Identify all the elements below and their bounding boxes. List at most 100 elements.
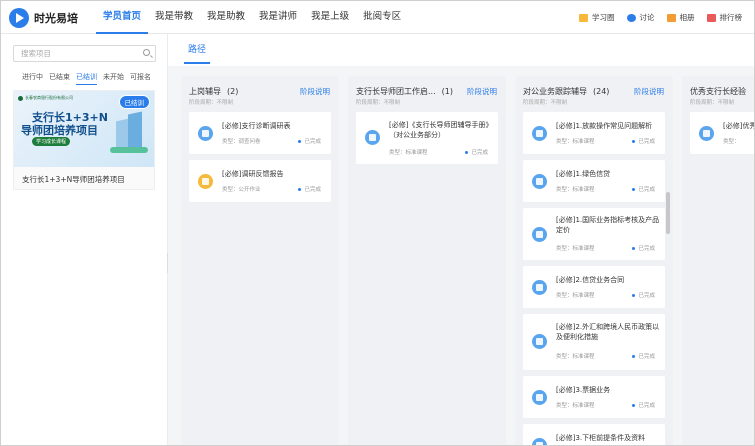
- tool-album-label: 相册: [679, 13, 695, 22]
- course-icon: [532, 334, 547, 349]
- nav-assistant[interactable]: 我是助教: [200, 1, 252, 34]
- task-status: 已完成: [632, 291, 655, 299]
- app-window: 时光易培 学员首页 我是带教 我是助教 我是讲师 我是上级 批阅专区 学习圈 讨…: [0, 0, 755, 446]
- stage-title: 上岗辅导 (2): [189, 87, 239, 96]
- tool-study-circle[interactable]: 学习圈: [579, 12, 615, 23]
- stage-title: 支行长导师团工作启... (1): [356, 87, 453, 96]
- stage-column: 对公业务跟踪辅导 (24) 阶段说明 阶段周期：不限制 [必修]1.放款操作常见问…: [515, 76, 673, 445]
- nav-supervisor[interactable]: 我是上级: [304, 1, 356, 34]
- nav-mentor[interactable]: 我是带教: [148, 1, 200, 34]
- project-banner-image: 长春农商银行股份有限公司 支行长1+3+N 导师团培养项目 学习成长课程 已结训: [14, 91, 154, 167]
- nav-student-home[interactable]: 学员首页: [96, 1, 149, 34]
- task-status: 已完成: [465, 148, 488, 156]
- task-status: 已完成: [298, 185, 321, 193]
- stage-period: 阶段周期：不限制: [189, 100, 234, 106]
- building-illustration: [110, 111, 150, 159]
- stage-count: (2): [227, 87, 239, 96]
- task-title: [必修]1.放款操作常见问题解析: [556, 122, 653, 130]
- learning-path-panel: 路径 上岗辅导 (2) 阶段说明 阶段周期：不限制 [必修]支行诊断调研表 类型：…: [168, 34, 754, 445]
- task-card[interactable]: [必修]2.信贷业务合同 类型：标准课程 已完成: [523, 266, 665, 308]
- course-icon: [532, 438, 547, 445]
- task-title: [必修]1.国际业务指标考核及产品定价: [556, 216, 660, 234]
- project-filter-tabs: 进行中 已结束 已结训 未开始 可报名: [22, 72, 157, 85]
- task-card[interactable]: [必修]3.票据业务 类型：标准课程 已完成: [523, 376, 665, 418]
- search-placeholder: 搜索项目: [21, 49, 51, 58]
- stage-scrollbar[interactable]: [666, 192, 670, 234]
- filter-in-progress[interactable]: 进行中: [22, 72, 43, 85]
- task-status: 已完成: [632, 352, 655, 360]
- play-logo-icon: [9, 8, 29, 28]
- task-type: 类型：标准课程: [556, 293, 595, 299]
- task-card[interactable]: [必修]《支行长导师团辅导手册》（对公业务部分） 类型：标准课程 已完成: [356, 112, 498, 164]
- task-type: 类型：标准课程: [556, 139, 595, 145]
- task-title: [必修]2.外汇和跨境人民币政策以及便利化措施: [556, 323, 660, 341]
- task-card[interactable]: [必修]2.外汇和跨境人民币政策以及便利化措施 类型：标准课程 已完成: [523, 314, 665, 370]
- task-status: 已完成: [298, 137, 321, 145]
- stage-column: 上岗辅导 (2) 阶段说明 阶段周期：不限制 [必修]支行诊断调研表 类型：调查问…: [181, 76, 339, 445]
- task-type: 类型：标准课程: [556, 354, 595, 360]
- banner-org-name: 长春农商银行股份有限公司: [18, 95, 73, 101]
- task-title: [必修]3.下柜前提条件及资料: [556, 434, 646, 442]
- task-card[interactable]: [必修]3.下柜前提条件及资料: [523, 424, 665, 445]
- app-title: 时光易培: [34, 12, 78, 25]
- project-name: 支行长1+3+N导师团培养项目: [22, 175, 125, 184]
- filter-open-enrollment[interactable]: 可报名: [130, 72, 151, 85]
- task-status: 已完成: [632, 401, 655, 409]
- top-header: 时光易培 学员首页 我是带教 我是助教 我是讲师 我是上级 批阅专区 学习圈 讨…: [1, 1, 754, 34]
- project-search-input[interactable]: 搜索项目: [13, 45, 156, 62]
- course-icon: [532, 280, 547, 295]
- banner-title-line2: 导师团培养项目: [21, 124, 98, 137]
- course-icon: [532, 227, 547, 242]
- stage-period: 阶段周期：不限制: [523, 100, 568, 106]
- app-logo[interactable]: 时光易培: [9, 8, 78, 28]
- task-type: 类型：标准课程: [389, 150, 428, 156]
- project-card[interactable]: 长春农商银行股份有限公司 支行长1+3+N 导师团培养项目 学习成长课程 已结训…: [13, 90, 155, 190]
- task-title: [必修]2.信贷业务合同: [556, 276, 625, 284]
- tool-album[interactable]: 相册: [666, 12, 695, 23]
- task-title: [必修]1.绿色信贷: [556, 170, 611, 178]
- task-card[interactable]: [必修]1.绿色信贷 类型：标准课程 已完成: [523, 160, 665, 202]
- search-icon[interactable]: [143, 49, 150, 56]
- task-card[interactable]: [必修]调研反馈报告 类型：公开作业 已完成: [189, 160, 331, 202]
- task-status: 已完成: [632, 244, 655, 252]
- stage-title: 优秀支行长经验: [690, 87, 746, 96]
- homework-icon: [198, 174, 213, 189]
- course-icon: [532, 126, 547, 141]
- task-title: [必修]《支行长导师团辅导手册》（对公业务部分）: [389, 121, 493, 139]
- task-card[interactable]: [必修]1.国际业务指标考核及产品定价 类型：标准课程 已完成: [523, 208, 665, 260]
- nav-lecturer[interactable]: 我是讲师: [252, 1, 304, 34]
- header-tools: 学习圈 讨论 相册 排行榜: [567, 1, 742, 34]
- task-status: 已完成: [632, 137, 655, 145]
- task-type: 类型：: [723, 139, 740, 145]
- survey-icon: [198, 126, 213, 141]
- tool-discussion-label: 讨论: [639, 13, 655, 22]
- task-type: 类型：标准课程: [556, 246, 595, 252]
- task-title: [必修]调研反馈报告: [222, 170, 284, 178]
- study-circle-icon: [579, 13, 588, 22]
- tool-ranking[interactable]: 排行榜: [706, 12, 742, 23]
- task-card[interactable]: [必修]1.放款操作常见问题解析 类型：标准课程 已完成: [523, 112, 665, 154]
- course-icon: [699, 126, 714, 141]
- stage-count: (1): [441, 87, 453, 96]
- filter-not-started[interactable]: 未开始: [103, 72, 124, 85]
- album-icon: [666, 13, 676, 22]
- status-badge: 已结训: [118, 95, 150, 109]
- stage-column: 支行长导师团工作启... (1) 阶段说明 阶段周期：不限制 [必修]《支行长导师…: [348, 76, 506, 445]
- stage-description-link[interactable]: 阶段说明: [467, 86, 497, 97]
- stage-column: 优秀支行长经验 阶段周期：不限制 [必修]优秀 类型：: [682, 76, 754, 445]
- nav-review-zone[interactable]: 批阅专区: [356, 1, 408, 34]
- task-card[interactable]: [必修]支行诊断调研表 类型：调查问卷 已完成: [189, 112, 331, 154]
- stage-description-link[interactable]: 阶段说明: [300, 86, 330, 97]
- filter-ended[interactable]: 已结束: [49, 72, 70, 85]
- tab-path[interactable]: 路径: [184, 42, 211, 64]
- stage-period: 阶段周期：不限制: [356, 100, 401, 106]
- stage-period: 阶段周期：不限制: [690, 100, 735, 106]
- filter-completed[interactable]: 已结训: [76, 72, 97, 85]
- tool-study-circle-label: 学习圈: [592, 13, 615, 22]
- task-card[interactable]: [必修]优秀 类型：: [690, 112, 754, 154]
- project-sidebar: 搜索项目 进行中 已结束 已结训 未开始 可报名 长春农商银行股份有限公司 支行…: [1, 34, 168, 445]
- tool-discussion[interactable]: 讨论: [626, 12, 655, 23]
- stage-description-link[interactable]: 阶段说明: [634, 86, 664, 97]
- course-icon: [532, 390, 547, 405]
- tab-bar: 路径: [168, 34, 754, 66]
